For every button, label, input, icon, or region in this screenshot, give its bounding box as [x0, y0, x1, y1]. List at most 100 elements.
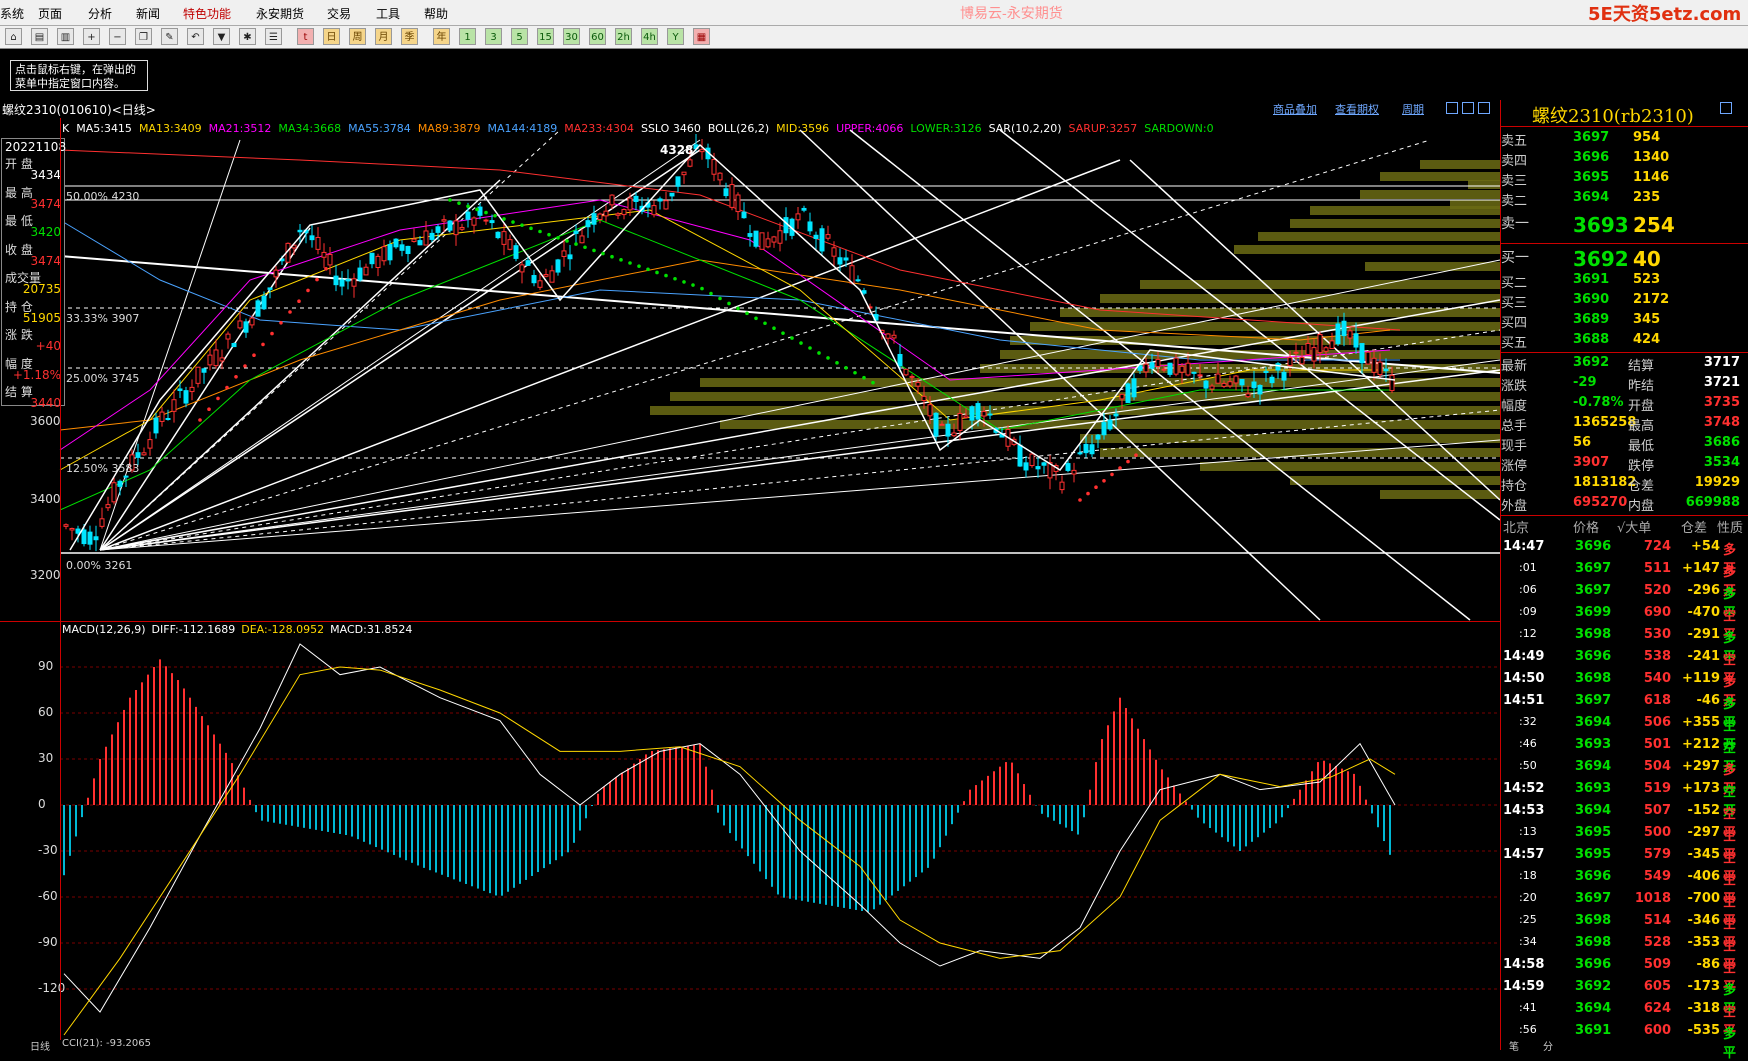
ask-row[interactable]: 卖四 3696 1340 — [1501, 150, 1748, 170]
volume-profile-bar — [1365, 262, 1500, 271]
tick-volume: 519 — [1643, 781, 1671, 796]
toolbar-60-icon[interactable]: 60 — [589, 28, 606, 45]
expand-icon[interactable] — [1478, 102, 1490, 114]
tick-header-label: 仓差 — [1681, 521, 1708, 536]
menu-yongan[interactable]: 永安期货 — [256, 5, 304, 22]
toolbar-draw-icon[interactable]: ✎ — [161, 28, 178, 45]
tick-row: 14:57 3695 579 -345 空平 — [1501, 847, 1748, 885]
tick-oi-change: -296 — [1687, 583, 1720, 598]
toolbar-table-icon[interactable]: ▦ — [693, 28, 710, 45]
candle — [189, 386, 195, 393]
sar-dot — [610, 254, 614, 259]
toolbar-copy-icon[interactable]: ❐ — [135, 28, 152, 45]
options-link[interactable]: 查看期权 — [1335, 101, 1379, 117]
toolbar-15-icon[interactable]: 15 — [537, 28, 554, 45]
toolbar-undo-icon[interactable]: ↶ — [187, 28, 204, 45]
toolbar-week-icon[interactable]: 周 — [349, 28, 366, 45]
sar-dot — [475, 207, 479, 212]
overlay-link[interactable]: 商品叠加 — [1273, 101, 1317, 117]
bid-row[interactable]: 买二 3691 523 — [1501, 272, 1748, 292]
panel-maximize-icon[interactable] — [1720, 102, 1732, 114]
bid-row[interactable]: 买五 3688 424 — [1501, 332, 1748, 352]
ask-row[interactable]: 卖三 3695 1146 — [1501, 170, 1748, 190]
candle — [681, 171, 687, 176]
toolbar-season-icon[interactable]: 季 — [401, 28, 418, 45]
ask-row[interactable]: 卖二 3694 235 — [1501, 190, 1748, 210]
bid-row[interactable]: 买四 3689 345 — [1501, 312, 1748, 332]
bid-row[interactable]: 买一 3692 40 — [1501, 247, 1748, 271]
candle — [1149, 362, 1155, 369]
candle — [1185, 362, 1191, 376]
candle — [801, 207, 807, 211]
tick-time: 14:51 — [1503, 693, 1545, 708]
menu-system[interactable]: 系统 — [0, 5, 24, 22]
sar-dot — [574, 242, 578, 246]
menu-help[interactable]: 帮助 — [424, 5, 448, 22]
toolbar-2h-icon[interactable]: 2h — [615, 28, 632, 45]
stat-label: 开盘 — [1628, 399, 1655, 414]
sar-dot — [484, 210, 488, 215]
toolbar-5-icon[interactable]: 5 — [511, 28, 528, 45]
sar-dot — [682, 280, 686, 284]
menu-analysis[interactable]: 分析 — [88, 5, 112, 22]
toolbar-year-icon[interactable]: 年 — [433, 28, 450, 45]
toolbar-chart-icon[interactable]: ▥ — [57, 28, 74, 45]
chart-footer: 日线 CCI(21): -93.2065 — [0, 1038, 1500, 1053]
bid-row[interactable]: 买三 3690 2172 — [1501, 292, 1748, 312]
minute-tab[interactable]: 分 — [1543, 1038, 1553, 1053]
toolbar-zoom-in-icon[interactable]: + — [83, 28, 100, 45]
candle — [807, 221, 813, 232]
toolbar-day-icon[interactable]: 日 — [323, 28, 340, 45]
toolbar-filter-icon[interactable]: ▼ — [213, 28, 230, 45]
tick-oi-change: -297 — [1687, 825, 1720, 840]
toolbar-month-icon[interactable]: 月 — [375, 28, 392, 45]
toolbar-new-icon[interactable]: ✱ — [239, 28, 256, 45]
candle — [471, 217, 477, 226]
macd-chart[interactable] — [0, 620, 1500, 1040]
ask-row[interactable]: 卖一 3693 254 — [1501, 213, 1748, 237]
candle — [1203, 380, 1209, 389]
sar-dot — [772, 326, 776, 330]
ask-row[interactable]: 卖五 3697 954 — [1501, 130, 1748, 150]
candle — [1131, 378, 1137, 398]
menu-trade[interactable]: 交易 — [327, 5, 351, 22]
toolbar-3-icon[interactable]: 3 — [485, 28, 502, 45]
tick-row: :09 3699 690 -470 空平 — [1501, 605, 1748, 643]
tick-row: 14:59 3692 605 -173 多平 — [1501, 979, 1748, 1017]
toolbar-Y-icon[interactable]: Y — [667, 28, 684, 45]
candle — [543, 274, 549, 277]
kline-chart[interactable]: 50.00% 4230 33.33% 3907 25.00% 3745 12.50% … — [0, 118, 1500, 622]
candle — [885, 333, 891, 339]
toolbar-4h-icon[interactable]: 4h — [641, 28, 658, 45]
candle — [585, 220, 591, 228]
candle — [819, 228, 825, 252]
toolbar-news-icon[interactable]: ▤ — [31, 28, 48, 45]
toolbar-tick-icon[interactable]: t — [297, 28, 314, 45]
ohlc-label: 最 高 — [5, 185, 33, 200]
toolbar-1-icon[interactable]: 1 — [459, 28, 476, 45]
toolbar-list-icon[interactable]: ☰ — [265, 28, 282, 45]
period-link[interactable]: 周期 — [1402, 101, 1424, 117]
candle — [1143, 363, 1149, 373]
tick-tab[interactable]: 笔 — [1509, 1038, 1519, 1053]
menu-tools[interactable]: 工具 — [376, 5, 400, 22]
menu-news[interactable]: 新闻 — [136, 5, 160, 22]
volume-profile-bar — [1234, 245, 1500, 254]
tick-oi-change: +355 — [1681, 715, 1720, 730]
tick-volume: 540 — [1643, 671, 1671, 686]
candle — [771, 236, 777, 243]
bid-volume: 345 — [1633, 312, 1661, 327]
candle — [951, 432, 957, 437]
toolbar-home-icon[interactable]: ⌂ — [5, 28, 22, 45]
candle — [1173, 357, 1179, 375]
menu-special[interactable]: 特色功能 — [183, 5, 231, 22]
next-icon[interactable] — [1462, 102, 1474, 114]
sar-dot — [538, 229, 542, 234]
toolbar-30-icon[interactable]: 30 — [563, 28, 580, 45]
stat-value: 3686 — [1703, 435, 1740, 450]
toolbar-zoom-out-icon[interactable]: − — [109, 28, 126, 45]
menu-page[interactable]: 页面 — [38, 5, 62, 22]
tick-price: 3694 — [1575, 759, 1612, 774]
sar-dot — [315, 277, 319, 282]
prev-icon[interactable] — [1446, 102, 1458, 114]
